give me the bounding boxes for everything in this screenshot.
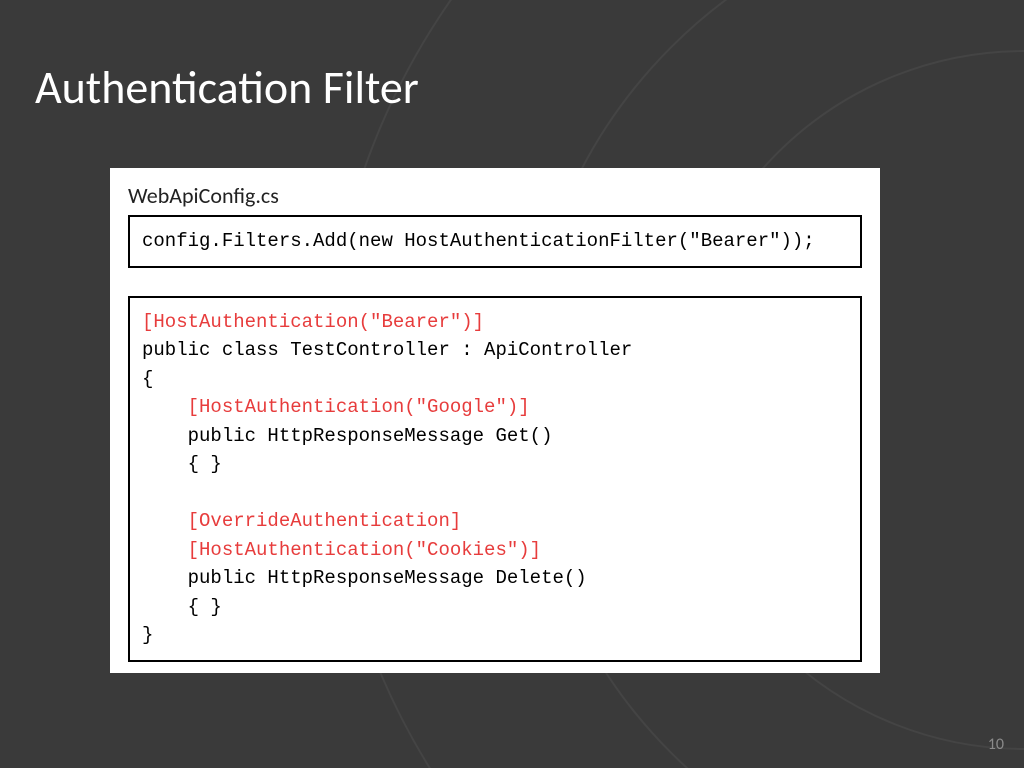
file-name-label: WebApiConfig.cs bbox=[128, 182, 862, 209]
code-line: { } bbox=[142, 453, 222, 475]
code-indent bbox=[142, 396, 188, 418]
code-attribute: [OverrideAuthentication] bbox=[188, 510, 462, 532]
code-attribute: [HostAuthentication("Google")] bbox=[188, 396, 530, 418]
code-line: public class TestController : ApiControl… bbox=[142, 339, 632, 361]
code-attribute: [HostAuthentication("Bearer")] bbox=[142, 311, 484, 333]
code-snippet-config: config.Filters.Add(new HostAuthenticatio… bbox=[128, 215, 862, 268]
code-indent bbox=[142, 510, 188, 532]
slide-title: Authentication Filter bbox=[35, 60, 419, 116]
code-line: } bbox=[142, 624, 153, 646]
code-line: config.Filters.Add(new HostAuthenticatio… bbox=[142, 230, 815, 252]
code-indent bbox=[142, 539, 188, 561]
page-number: 10 bbox=[988, 735, 1004, 754]
code-line: { bbox=[142, 368, 153, 390]
code-line: { } bbox=[142, 596, 222, 618]
code-line: public HttpResponseMessage Get() bbox=[142, 425, 552, 447]
code-attribute: [HostAuthentication("Cookies")] bbox=[188, 539, 541, 561]
code-snippet-controller: [HostAuthentication("Bearer")] public cl… bbox=[128, 296, 862, 662]
code-line: public HttpResponseMessage Delete() bbox=[142, 567, 587, 589]
content-card: WebApiConfig.cs config.Filters.Add(new H… bbox=[110, 168, 880, 673]
